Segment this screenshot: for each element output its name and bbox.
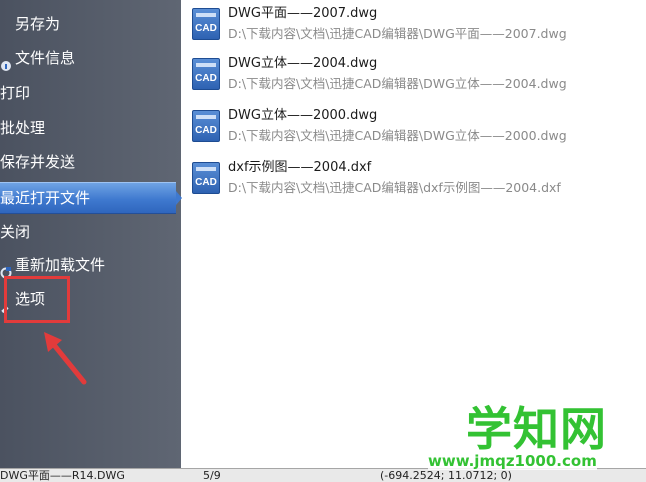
- reload-icon: [0, 259, 12, 278]
- cad-file-icon: CAD: [192, 110, 220, 142]
- file-path: D:\下载内容\文档\迅捷CAD编辑器\DWG立体——2000.dwg: [228, 128, 567, 143]
- menu-item-label: 文件信息: [15, 49, 76, 67]
- cad-file-icon: CAD: [192, 162, 220, 194]
- menu-item-label: 重新加载文件: [15, 256, 106, 274]
- menu-item-label: 打印: [0, 84, 31, 102]
- info-icon: [0, 52, 12, 71]
- status-coordinates: (-694.2524; 11.0712; 0): [380, 469, 512, 482]
- status-page-count: 5/9: [203, 469, 221, 482]
- menu-item-label: 另存为: [15, 15, 61, 33]
- menu-item-label: 最近打开文件: [0, 189, 91, 207]
- save-as-icon: [0, 18, 12, 32]
- menu-item-print[interactable]: 打印: [0, 78, 30, 108]
- recent-file-item[interactable]: CAD DWG平面——2007.dwg D:\下载内容\文档\迅捷CAD编辑器\…: [192, 4, 646, 54]
- file-path: D:\下载内容\文档\迅捷CAD编辑器\dxf示例图——2004.dxf: [228, 180, 561, 195]
- status-bar: DWG平面——R14.DWG 5/9 (-694.2524; 11.0712; …: [0, 468, 646, 482]
- menu-item-save-as[interactable]: 另存为: [0, 9, 60, 39]
- file-path: D:\下载内容\文档\迅捷CAD编辑器\DWG平面——2007.dwg: [228, 26, 567, 41]
- file-name: DWG平面——2007.dwg: [228, 6, 378, 21]
- file-path: D:\下载内容\文档\迅捷CAD编辑器\DWG立体——2004.dwg: [228, 76, 567, 91]
- cad-file-icon: CAD: [192, 8, 220, 40]
- watermark-logo: 学知网: [466, 402, 607, 456]
- menu-item-label: 保存并发送: [0, 153, 76, 171]
- recent-file-item[interactable]: CAD dxf示例图——2004.dxf D:\下载内容\文档\迅捷CAD编辑器…: [192, 158, 646, 208]
- status-file-name: DWG平面——R14.DWG: [0, 469, 125, 482]
- menu-item-save-and-send[interactable]: 保存并发送: [0, 147, 75, 177]
- watermark-url: www.jmqz1000.com: [428, 452, 597, 470]
- file-menu-sidebar: 另存为 文件信息 打印 批处理 保存并发送 最近打开文件 关闭 重新加载文件 选…: [0, 0, 182, 468]
- menu-item-file-info[interactable]: 文件信息: [0, 43, 75, 73]
- recent-file-item[interactable]: CAD DWG立体——2000.dwg D:\下载内容\文档\迅捷CAD编辑器\…: [192, 106, 646, 156]
- menu-item-batch[interactable]: 批处理: [0, 113, 45, 143]
- menu-item-recent-files[interactable]: 最近打开文件: [0, 182, 182, 214]
- red-arrow-icon: [44, 332, 87, 385]
- cad-file-icon: CAD: [192, 58, 220, 90]
- file-name: DWG立体——2000.dwg: [228, 108, 378, 123]
- menu-item-close[interactable]: 关闭: [0, 217, 30, 247]
- menu-item-label: 关闭: [0, 223, 31, 241]
- file-name: dxf示例图——2004.dxf: [228, 160, 372, 175]
- file-name: DWG立体——2004.dwg: [228, 56, 378, 71]
- menu-item-label: 批处理: [0, 119, 46, 137]
- options-highlight-box: [4, 276, 70, 323]
- recent-file-item[interactable]: CAD DWG立体——2004.dwg D:\下载内容\文档\迅捷CAD编辑器\…: [192, 54, 646, 104]
